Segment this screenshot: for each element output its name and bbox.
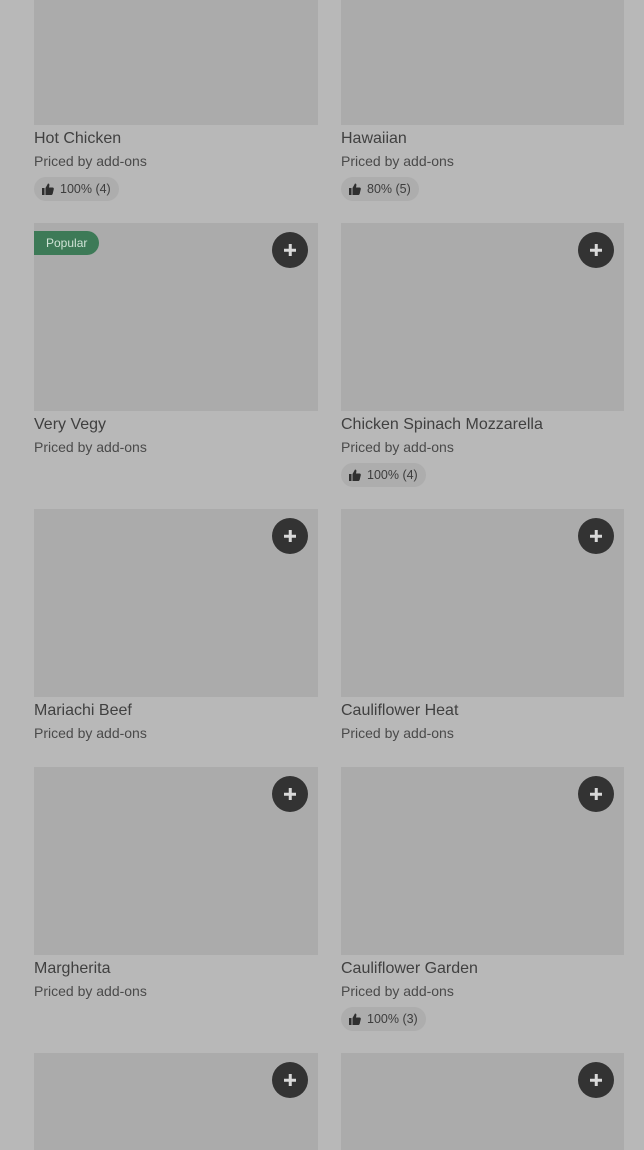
item-price: Priced by add-ons [341,439,454,455]
item-price: Priced by add-ons [34,983,147,999]
add-item-button[interactable] [578,776,614,812]
add-item-button[interactable] [272,1062,308,1098]
item-image[interactable] [34,0,318,125]
rating-badge: 80% (5) [341,177,419,201]
add-item-button[interactable] [578,232,614,268]
item-title: Mariachi Beef [34,702,132,719]
item-price: Priced by add-ons [341,725,454,741]
item-price: Priced by add-ons [341,153,454,169]
rating-badge: 100% (4) [34,177,119,201]
item-image[interactable] [341,223,624,411]
item-image[interactable] [341,509,624,697]
rating-badge: 100% (3) [341,1007,426,1031]
item-title: Cauliflower Garden [341,960,478,977]
item-image[interactable] [34,509,318,697]
menu-item-card-cauliflower-heat[interactable]: Cauliflower Heat Priced by add-ons [341,509,624,742]
item-title: Very Vegy [34,416,107,433]
menu-item-card-hawaiian[interactable]: Hawaiian Priced by add-ons 80% (5) [341,0,624,201]
rating-text: 100% (4) [367,468,418,482]
menu-item-card-very-vegy[interactable]: Popular Very Vegy Priced by add-ons [34,223,318,456]
item-image[interactable] [341,767,624,955]
menu-item-grid: Hot Chicken Priced by add-ons 100% (4) H… [0,0,644,1150]
item-image[interactable] [34,767,318,955]
item-image[interactable]: Popular [34,223,318,411]
thumbs-up-icon [42,183,54,195]
item-title: Margherita [34,960,111,977]
menu-item-card-chicken-spinach-mozzarella[interactable]: Chicken Spinach Mozzarella Priced by add… [341,223,624,487]
add-item-button[interactable] [272,232,308,268]
popular-badge: Popular [34,231,100,255]
rating-badge: 100% (4) [341,463,426,487]
item-price: Priced by add-ons [34,725,147,741]
item-price: Priced by add-ons [341,983,454,999]
thumbs-up-icon [349,469,361,481]
item-price: Priced by add-ons [34,153,147,169]
item-price: Priced by add-ons [34,439,147,455]
add-item-button[interactable] [272,518,308,554]
item-title: Chicken Spinach Mozzarella [341,416,543,433]
add-item-button[interactable] [272,776,308,812]
menu-item-card-mariachi-beef[interactable]: Mariachi Beef Priced by add-ons [34,509,318,742]
menu-item-card-partial[interactable] [341,1053,624,1150]
menu-item-card-cauliflower-garden[interactable]: Cauliflower Garden Priced by add-ons 100… [341,767,624,1031]
add-item-button[interactable] [578,518,614,554]
rating-text: 100% (4) [60,182,111,196]
rating-text: 100% (3) [367,1012,418,1026]
rating-text: 80% (5) [367,182,411,196]
item-title: Hot Chicken [34,130,122,147]
item-title: Cauliflower Heat [341,702,459,719]
item-image[interactable] [341,1053,624,1150]
menu-item-card-hot-chicken[interactable]: Hot Chicken Priced by add-ons 100% (4) [34,0,318,201]
item-image[interactable] [34,1053,318,1150]
menu-item-card-margherita[interactable]: Margherita Priced by add-ons [34,767,318,1000]
add-item-button[interactable] [578,1062,614,1098]
item-image[interactable] [341,0,624,125]
item-title: Hawaiian [341,130,407,147]
thumbs-up-icon [349,183,361,195]
menu-item-card-partial[interactable] [34,1053,318,1150]
thumbs-up-icon [349,1013,361,1025]
